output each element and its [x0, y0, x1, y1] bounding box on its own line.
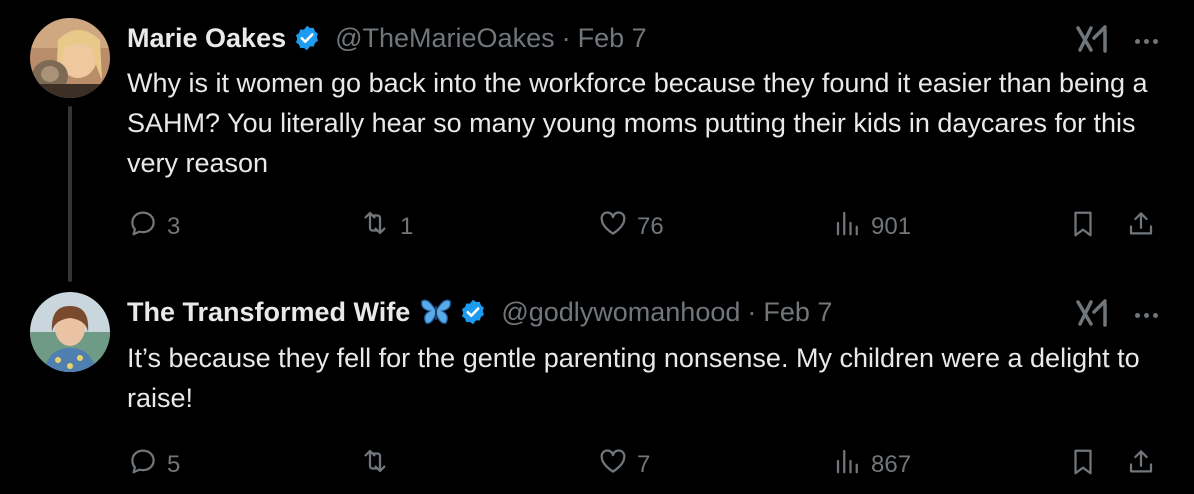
like-icon — [597, 446, 629, 483]
butterfly-icon — [420, 297, 452, 327]
views-button[interactable]: 901 — [833, 208, 911, 245]
views-count: 901 — [871, 212, 912, 240]
tweet[interactable]: Marie Oakes @TheMarieOakes · Feb 7 Why i… — [0, 0, 1194, 270]
retweet-button[interactable] — [358, 446, 400, 483]
more-icon[interactable] — [1135, 313, 1158, 318]
separator-dot: · — [561, 22, 571, 53]
reply-count: 3 — [167, 212, 181, 240]
tweet-header: The Transformed Wife @godlywomanhood · F… — [127, 294, 832, 330]
tweet-date[interactable]: Feb 7 — [763, 297, 832, 328]
author-handle[interactable]: @TheMarieOakes — [335, 23, 554, 54]
grok-icon[interactable] — [1075, 298, 1109, 333]
bookmark-icon — [1068, 208, 1098, 247]
tweet-text: It’s because they fell for the gentle pa… — [127, 343, 1140, 413]
verified-badge-icon — [293, 24, 321, 52]
views-count: 867 — [871, 450, 912, 478]
author-name[interactable]: The Transformed Wife — [127, 297, 410, 328]
retweet-icon — [358, 208, 392, 245]
like-count: 76 — [637, 212, 664, 240]
views-icon — [833, 208, 863, 245]
like-icon — [597, 208, 629, 245]
bookmark-button[interactable] — [1068, 208, 1098, 247]
avatar[interactable] — [30, 18, 110, 98]
reply-icon — [127, 446, 159, 483]
retweet-button[interactable]: 1 — [358, 208, 413, 245]
like-button[interactable]: 7 — [597, 446, 650, 483]
verified-badge-icon — [459, 298, 487, 326]
tweet[interactable]: The Transformed Wife @godlywomanhood · F… — [0, 270, 1194, 494]
share-button[interactable] — [1126, 208, 1156, 247]
views-button[interactable]: 867 — [833, 446, 911, 483]
reply-count: 5 — [167, 450, 181, 478]
tweet-date[interactable]: Feb 7 — [578, 23, 647, 54]
author-name[interactable]: Marie Oakes — [127, 23, 286, 54]
share-icon — [1126, 446, 1156, 485]
grok-icon[interactable] — [1075, 24, 1109, 59]
reply-button[interactable]: 3 — [127, 208, 180, 245]
retweet-count: 1 — [400, 212, 414, 240]
separator-dot: · — [747, 296, 757, 327]
tweet-text: Why is it women go back into the workfor… — [127, 68, 1148, 178]
avatar[interactable] — [30, 292, 110, 372]
reply-icon — [127, 208, 159, 245]
like-count: 7 — [637, 450, 651, 478]
share-icon — [1126, 208, 1156, 247]
tweet-header: Marie Oakes @TheMarieOakes · Feb 7 — [127, 20, 647, 56]
more-icon[interactable] — [1135, 39, 1158, 44]
retweet-icon — [358, 446, 392, 483]
share-button[interactable] — [1126, 446, 1156, 485]
reply-button[interactable]: 5 — [127, 446, 180, 483]
author-handle[interactable]: @godlywomanhood — [501, 297, 740, 328]
like-button[interactable]: 76 — [597, 208, 664, 245]
views-icon — [833, 446, 863, 483]
bookmark-button[interactable] — [1068, 446, 1098, 485]
bookmark-icon — [1068, 446, 1098, 485]
